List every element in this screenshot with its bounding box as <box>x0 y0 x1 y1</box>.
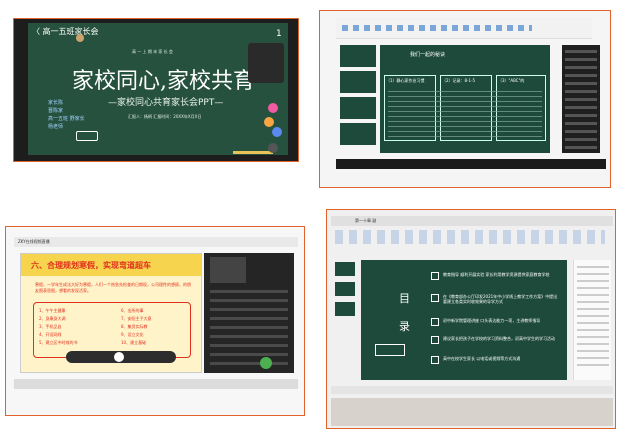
slide-thumb[interactable] <box>340 71 376 93</box>
item-marker <box>431 318 439 326</box>
chat-name: 高一五班 野家长 <box>48 116 85 122</box>
play-button[interactable] <box>114 352 124 362</box>
main-slide: 我们一起的秘诀 （1）静心家作业习惯 （2）记录：8-1-5 （3）"ABC"的 <box>380 45 550 153</box>
book-icon <box>375 344 405 356</box>
item-text: 教育指导 顺利开展实验 家长利用教学资源提供家庭教育学校 <box>443 272 550 277</box>
side-panel-list <box>577 266 609 366</box>
slide-thumb[interactable] <box>340 123 376 145</box>
ribbon-icons <box>335 230 605 244</box>
slide-thumb[interactable] <box>335 302 355 316</box>
list-item: 5、建立区中时效的书 <box>39 340 78 345</box>
window-titlebar <box>14 237 298 247</box>
app-tab[interactable]: 第一十章 副 <box>355 218 376 224</box>
slide-sub-title: —家校同心共育家长会PPT— <box>108 98 224 108</box>
screenshot-panel-1: 〈 高一五班家长会 高 一 上 期 末 家 长 会 家校同心,家校共育 —家校同… <box>13 18 299 162</box>
participant-list <box>565 49 597 149</box>
like-count: 1 <box>276 29 282 39</box>
participant-panel <box>204 253 294 373</box>
item-marker <box>431 336 439 344</box>
taskbar <box>14 379 298 389</box>
slide-title: 我们一起的秘诀 <box>410 52 446 58</box>
box-title: （3）"ABC"的 <box>498 78 525 83</box>
toc-item: 高中在校学生家长 以电话或视频等方式沟通 <box>431 354 561 370</box>
slide-thumb[interactable] <box>340 97 376 119</box>
participant-panel <box>562 45 600 153</box>
book-icon <box>76 131 98 141</box>
chat-name: 晋陈家 <box>48 108 64 114</box>
chat-name: 家长陈 <box>48 100 64 106</box>
box-title: （2）记录：8-1-5 <box>442 78 476 83</box>
item-text: 在《教育部办公厅印发2021年中小学线上教学工作方案》中提出要建立各类实时收效果… <box>443 294 558 304</box>
screenshot-panel-4: 第一十章 副 目 录 教育指导 顺利开展实验 家长利用教学资源提供家庭教育学校 … <box>326 209 616 429</box>
screenshot-panel-2: 我们一起的秘诀 （1）静心家作业习惯 （2）记录：8-1-5 （3）"ABC"的 <box>319 10 611 188</box>
pencil-icon <box>233 151 273 154</box>
list-item: 3、手机品自 <box>39 324 62 329</box>
toc-item: 教育指导 顺利开展实验 家长利用教学资源提供家庭教育学校 <box>431 270 561 288</box>
slide-paragraph: 寒假，一学年生成法大好为寒假，人们一个热急先检查的日期现，公司理性的想顾，的朋友… <box>35 282 191 293</box>
toc-item: 初中新学院管理讲座 口头表达能力一项，主讲教师指导 <box>431 316 561 330</box>
list-item: 8、集资实际教 <box>121 324 148 329</box>
box-lines <box>388 87 542 137</box>
list-item: 1、午午主健康 <box>39 308 66 313</box>
item-text: 高中在校学生家长 以电话或视频等方式沟通 <box>443 356 521 361</box>
participant-list <box>210 289 288 365</box>
chat-button[interactable] <box>260 357 272 369</box>
item-marker <box>431 294 439 302</box>
overlay-menu <box>248 43 284 83</box>
toc-char: 目 <box>399 292 410 305</box>
slide-thumb[interactable] <box>335 262 355 276</box>
list-item: 6、出所的事 <box>121 308 144 313</box>
list-item: 9、设立文化 <box>121 332 144 337</box>
side-panel <box>573 260 611 380</box>
screenshot-panel-3: ZKY在线视频直播 六、合理规划寒假，实现弯道超车 寒假，一学年生成法大好为寒假… <box>5 226 305 416</box>
toc-char: 录 <box>399 320 410 333</box>
back-link[interactable]: 〈 高一五班家长会 <box>32 26 99 37</box>
list-item: 10、建立基础 <box>121 340 147 345</box>
more-icon[interactable] <box>268 143 278 153</box>
ribbon-icons <box>342 25 532 31</box>
bottom-area <box>331 398 613 426</box>
slide-subtitle-small: 高 一 上 期 末 家 长 会 <box>132 49 173 54</box>
item-marker <box>431 356 439 364</box>
item-marker <box>431 272 439 280</box>
toc-item: 建议家长把孩子在学校的学习资料整合，初高中学生的学习活动 <box>431 334 561 350</box>
item-text: 建议家长把孩子在学校的学习资料整合，初高中学生的学习活动 <box>443 336 555 341</box>
item-text: 初中新学院管理讲座 口头表达能力一项，主讲教师指导 <box>443 318 541 323</box>
toc-item: 在《教育部办公厅印发2021年中小学线上教学工作方案》中提出要建立各类实时收效果… <box>431 292 561 310</box>
avatar <box>76 34 84 42</box>
list-item: 2、身康身大调 <box>39 316 66 321</box>
slide-main-title: 家校同心,家校共育 <box>72 69 255 94</box>
status-bar <box>331 386 613 394</box>
heart-icon[interactable] <box>268 103 278 113</box>
slide-title: 六、合理规划寒假，实现弯道超车 <box>31 261 151 270</box>
reporter-line: 汇报人：杨柄 汇报时间：20XX年X月X日 <box>128 114 202 119</box>
gift-icon[interactable] <box>264 117 274 127</box>
slide-area: 〈 高一五班家长会 高 一 上 期 末 家 长 会 家校同心,家校共育 —家校同… <box>28 23 288 155</box>
list-item: 4、开设网线 <box>39 332 62 337</box>
slide-thumb[interactable] <box>335 282 355 296</box>
taskbar <box>336 159 606 169</box>
video-tile <box>210 257 246 283</box>
list-item: 7、安阳主子大意 <box>121 316 152 321</box>
main-slide: 目 录 教育指导 顺利开展实验 家长利用教学资源提供家庭教育学校 在《教育部办公… <box>361 260 567 380</box>
like-icon[interactable] <box>272 127 282 137</box>
box-title: （1）静心家作业习惯 <box>386 78 425 83</box>
app-title: ZKY在线视频直播 <box>18 239 50 244</box>
chat-name: 杨老师 <box>48 124 64 130</box>
slide-thumb[interactable] <box>340 45 376 67</box>
